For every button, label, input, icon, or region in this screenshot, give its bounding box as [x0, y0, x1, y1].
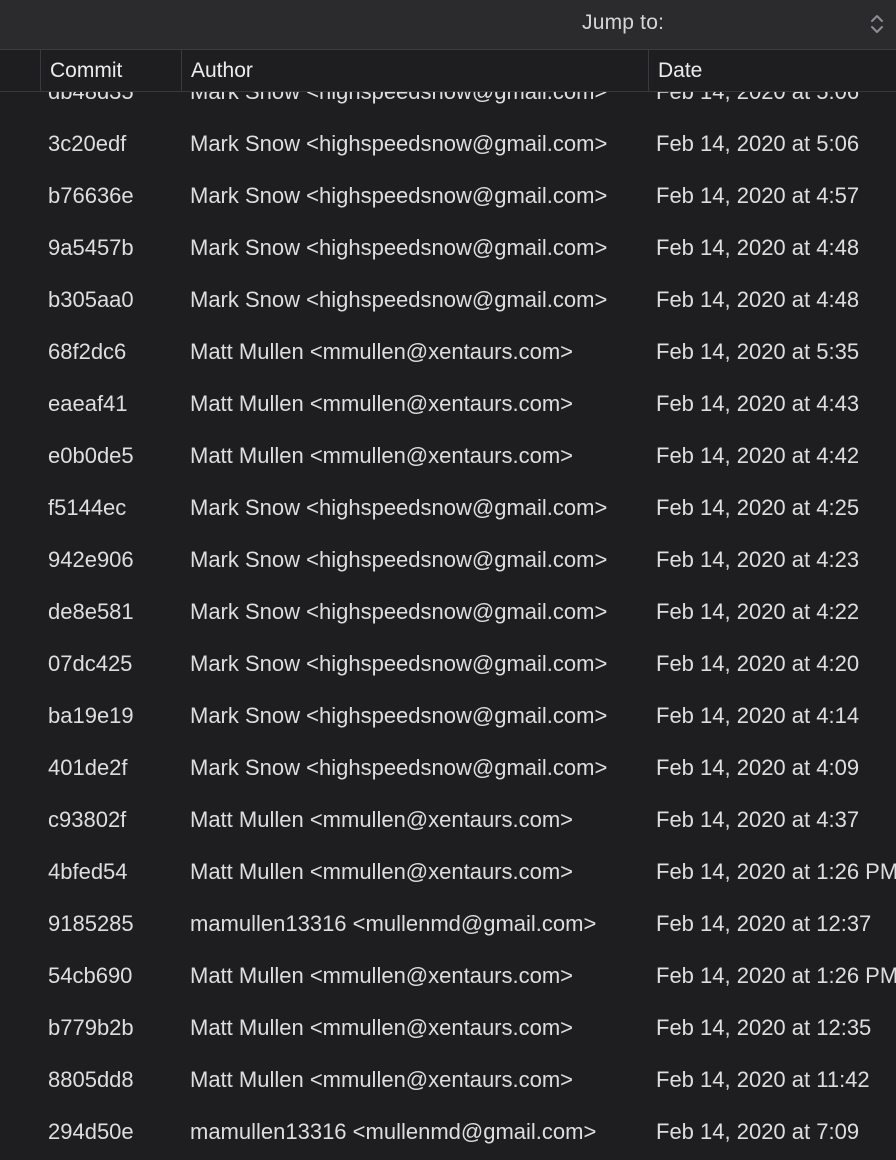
- table-row[interactable]: e0b0de5 Matt Mullen <mmullen@xentaurs.com…: [0, 430, 896, 482]
- commit-date: Feb 14, 2020 at 5:06: [656, 131, 860, 156]
- commit-date: Feb 14, 2020 at 7:09: [656, 1119, 860, 1144]
- commit-date: Feb 14, 2020 at 4:20: [656, 651, 860, 676]
- commit-author: Matt Mullen <mmullen@xentaurs.com>: [190, 807, 574, 832]
- column-header-date[interactable]: Date: [648, 50, 896, 91]
- table-row[interactable]: db48d35 Mark Snow <highspeedsnow@gmail.co…: [0, 92, 896, 118]
- column-header-author[interactable]: Author: [181, 50, 648, 91]
- commit-author: mamullen13316 <mullenmd@gmail.com>: [190, 911, 597, 936]
- table-row[interactable]: c93802f Matt Mullen <mmullen@xentaurs.com…: [0, 794, 896, 846]
- table-row[interactable]: 9185285 mamullen13316 <mullenmd@gmail.com…: [0, 898, 896, 950]
- table-header: Commit Author Date: [0, 50, 896, 92]
- commit-date: Feb 14, 2020 at 4:22: [656, 599, 860, 624]
- commit-date: Feb 14, 2020 at 4:23: [656, 547, 860, 572]
- commit-author: Matt Mullen <mmullen@xentaurs.com>: [190, 1015, 574, 1040]
- commit-hash: 4bfed54: [48, 859, 128, 884]
- commit-hash: 07dc425: [48, 651, 133, 676]
- commit-date: Feb 14, 2020 at 4:42: [656, 443, 860, 468]
- chevron-up-down-icon[interactable]: [866, 10, 888, 38]
- table-row[interactable]: 294d50e mamullen13316 <mullenmd@gmail.com…: [0, 1106, 896, 1158]
- column-header-commit[interactable]: Commit: [40, 50, 181, 91]
- commit-author: Mark Snow <highspeedsnow@gmail.com>: [190, 755, 608, 780]
- commit-date: Feb 14, 2020 at 1:26 PM: [656, 963, 896, 988]
- commit-author: Matt Mullen <mmullen@xentaurs.com>: [190, 1067, 574, 1092]
- commit-date: Feb 14, 2020 at 11:42: [656, 1067, 870, 1092]
- table-row[interactable]: ba19e19 Mark Snow <highspeedsnow@gmail.co…: [0, 690, 896, 742]
- commit-hash: b779b2b: [48, 1015, 134, 1040]
- commit-hash: 68f2dc6: [48, 339, 127, 364]
- commit-list-content: db48d35 Mark Snow <highspeedsnow@gmail.co…: [0, 92, 896, 1158]
- commit-hash: 9a5457b: [48, 235, 134, 260]
- table-row[interactable]: de8e581 Mark Snow <highspeedsnow@gmail.co…: [0, 586, 896, 638]
- commit-date: Feb 14, 2020 at 4:25: [656, 495, 860, 520]
- commit-author: Mark Snow <highspeedsnow@gmail.com>: [190, 547, 608, 572]
- commit-hash: 294d50e: [48, 1119, 134, 1144]
- jump-to-label: Jump to:: [582, 11, 665, 34]
- commit-date: Feb 14, 2020 at 5:06: [656, 92, 896, 118]
- commit-hash: b76636e: [48, 183, 134, 208]
- commit-date: Feb 14, 2020 at 12:35: [656, 1015, 872, 1040]
- commit-author: Mark Snow <highspeedsnow@gmail.com>: [190, 703, 608, 728]
- commit-hash: b305aa0: [48, 287, 134, 312]
- commit-list[interactable]: db48d35 Mark Snow <highspeedsnow@gmail.co…: [0, 92, 896, 1160]
- commit-hash: ba19e19: [48, 703, 134, 728]
- commit-author: Matt Mullen <mmullen@xentaurs.com>: [190, 339, 574, 364]
- commit-date: Feb 14, 2020 at 12:37: [656, 911, 872, 936]
- table-row[interactable]: 54cb690 Matt Mullen <mmullen@xentaurs.com…: [0, 950, 896, 1002]
- commit-author: Matt Mullen <mmullen@xentaurs.com>: [190, 391, 574, 416]
- table-row[interactable]: 4bfed54 Matt Mullen <mmullen@xentaurs.com…: [0, 846, 896, 898]
- toolbar: Jump to:: [0, 0, 896, 50]
- commit-date: Feb 14, 2020 at 4:14: [656, 703, 860, 728]
- table-row[interactable]: 3c20edf Mark Snow <highspeedsnow@gmail.co…: [0, 118, 896, 170]
- commit-date: Feb 14, 2020 at 5:35: [656, 339, 860, 364]
- commit-hash: 54cb690: [48, 963, 133, 988]
- commit-date: Feb 14, 2020 at 1:26 PM: [656, 859, 896, 884]
- commit-author: Mark Snow <highspeedsnow@gmail.com>: [190, 92, 636, 118]
- commit-hash: e0b0de5: [48, 443, 134, 468]
- table-row[interactable]: f5144ec Mark Snow <highspeedsnow@gmail.co…: [0, 482, 896, 534]
- commit-date: Feb 14, 2020 at 4:48: [656, 287, 860, 312]
- commit-hash: 942e906: [48, 547, 134, 572]
- commit-author: Matt Mullen <mmullen@xentaurs.com>: [190, 443, 574, 468]
- commit-date: Feb 14, 2020 at 4:48: [656, 235, 860, 260]
- commit-author: Mark Snow <highspeedsnow@gmail.com>: [190, 599, 608, 624]
- commit-author: Mark Snow <highspeedsnow@gmail.com>: [190, 235, 608, 260]
- table-row[interactable]: eaeaf41 Matt Mullen <mmullen@xentaurs.com…: [0, 378, 896, 430]
- table-row[interactable]: 68f2dc6 Matt Mullen <mmullen@xentaurs.com…: [0, 326, 896, 378]
- table-row[interactable]: 942e906 Mark Snow <highspeedsnow@gmail.co…: [0, 534, 896, 586]
- table-row[interactable]: b305aa0 Mark Snow <highspeedsnow@gmail.co…: [0, 274, 896, 326]
- commit-author: Mark Snow <highspeedsnow@gmail.com>: [190, 495, 608, 520]
- table-row[interactable]: b779b2b Matt Mullen <mmullen@xentaurs.com…: [0, 1002, 896, 1054]
- commit-hash: c93802f: [48, 807, 127, 832]
- commit-author: Mark Snow <highspeedsnow@gmail.com>: [190, 287, 608, 312]
- commit-date: Feb 14, 2020 at 4:37: [656, 807, 860, 832]
- commit-hash: eaeaf41: [48, 391, 128, 416]
- commit-hash: f5144ec: [48, 495, 127, 520]
- commit-author: Mark Snow <highspeedsnow@gmail.com>: [190, 651, 608, 676]
- commit-date: Feb 14, 2020 at 4:43: [656, 391, 860, 416]
- table-row[interactable]: 9a5457b Mark Snow <highspeedsnow@gmail.co…: [0, 222, 896, 274]
- commit-hash: de8e581: [48, 599, 134, 624]
- table-row[interactable]: b76636e Mark Snow <highspeedsnow@gmail.co…: [0, 170, 896, 222]
- commit-author: Matt Mullen <mmullen@xentaurs.com>: [190, 963, 574, 988]
- commit-author: Matt Mullen <mmullen@xentaurs.com>: [190, 859, 574, 884]
- commit-hash: 8805dd8: [48, 1067, 134, 1092]
- commit-hash: db48d35: [48, 92, 178, 118]
- table-row[interactable]: 07dc425 Mark Snow <highspeedsnow@gmail.co…: [0, 638, 896, 690]
- commit-author: Mark Snow <highspeedsnow@gmail.com>: [190, 131, 608, 156]
- commit-hash: 3c20edf: [48, 131, 127, 156]
- commit-date: Feb 14, 2020 at 4:09: [656, 755, 860, 780]
- commit-author: mamullen13316 <mullenmd@gmail.com>: [190, 1119, 597, 1144]
- table-row[interactable]: 401de2f Mark Snow <highspeedsnow@gmail.co…: [0, 742, 896, 794]
- commit-date: Feb 14, 2020 at 4:57: [656, 183, 860, 208]
- table-row[interactable]: 8805dd8 Matt Mullen <mmullen@xentaurs.com…: [0, 1054, 896, 1106]
- commit-author: Mark Snow <highspeedsnow@gmail.com>: [190, 183, 608, 208]
- commit-hash: 401de2f: [48, 755, 128, 780]
- commit-hash: 9185285: [48, 911, 134, 936]
